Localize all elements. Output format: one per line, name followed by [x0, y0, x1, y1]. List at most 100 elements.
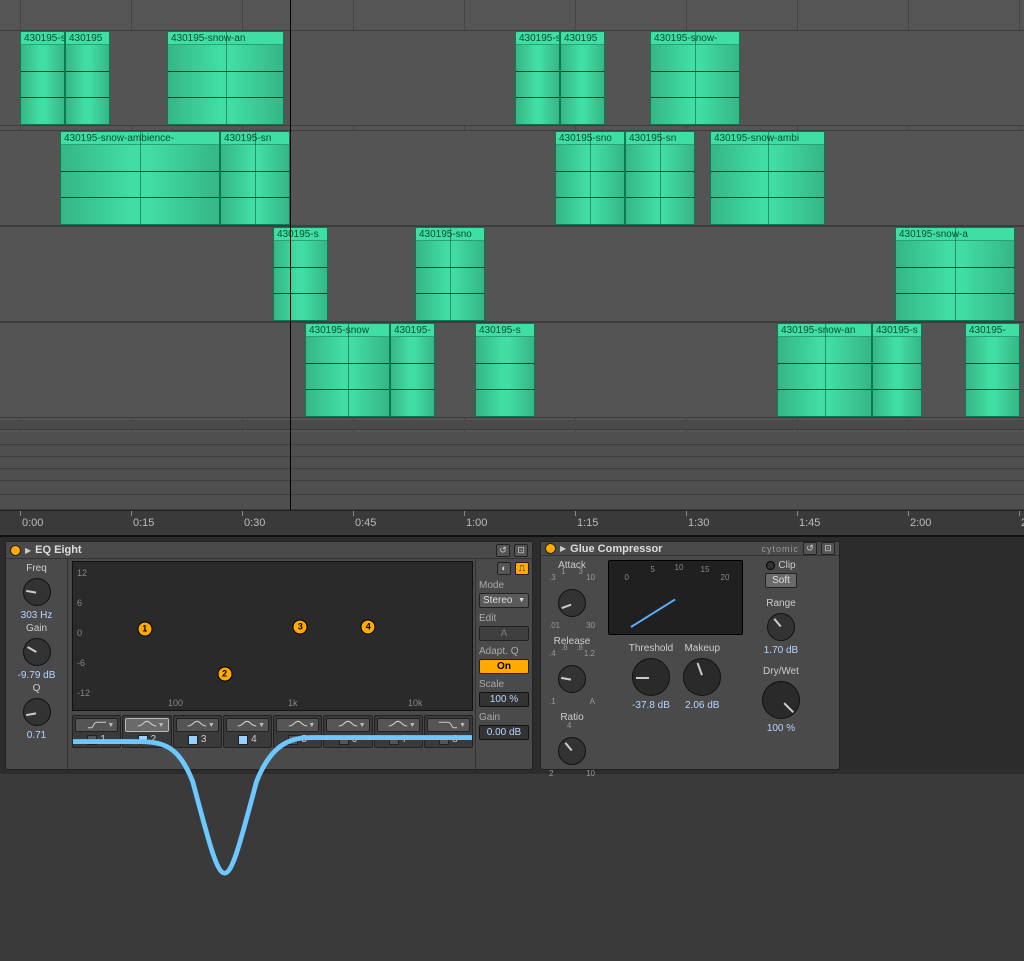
audio-clip[interactable]: 430195- — [390, 323, 435, 417]
audio-clip[interactable]: 430195-sno — [555, 131, 625, 225]
clip-header[interactable]: 430195-s — [476, 324, 534, 337]
band-shape-select[interactable]: ▼ — [377, 718, 420, 732]
eq-band-point[interactable]: 4 — [361, 620, 376, 635]
clip-header[interactable]: 430195-s — [516, 32, 559, 45]
clip-header[interactable]: 430195- — [391, 324, 434, 337]
audio-clip[interactable]: 430195-s — [475, 323, 535, 417]
audio-clip[interactable]: 430195-s — [20, 31, 65, 125]
release-knob[interactable] — [558, 665, 586, 693]
ruler-marker: 1:45 — [799, 517, 820, 529]
clip-header[interactable]: 430195 — [66, 32, 109, 45]
mode-select[interactable]: Stereo▼ — [479, 593, 529, 608]
track-lane[interactable]: 430195-s 430195-sno 430195-snow-a — [0, 226, 1024, 322]
device-chain: ▶ EQ Eight ↺ ⊡ Freq 303 Hz Gain -9.79 dB… — [0, 535, 1024, 774]
eq-band-point[interactable]: 2 — [217, 667, 232, 682]
audio-clip[interactable]: 430195-snow-an — [167, 31, 284, 125]
track-lane[interactable]: 430195-snow430195-430195-s430195-snow-an… — [0, 322, 1024, 418]
device-power-icon[interactable] — [545, 543, 556, 554]
q-value[interactable]: 0.71 — [27, 730, 46, 741]
device-power-icon[interactable] — [10, 545, 21, 556]
drywet-knob[interactable] — [762, 681, 800, 719]
edit-ab-toggle[interactable]: A — [479, 626, 529, 641]
ratio-knob[interactable] — [558, 737, 586, 765]
audio-clip[interactable]: 430195-sno — [415, 227, 485, 321]
audio-clip[interactable]: 430195 — [65, 31, 110, 125]
freq-label: Freq — [26, 563, 47, 574]
band-shape-select[interactable]: ▼ — [176, 718, 219, 732]
audio-clip[interactable]: 430195-snow — [305, 323, 390, 417]
save-preset-icon[interactable]: ⊡ — [821, 542, 835, 555]
gain-knob[interactable] — [23, 638, 51, 666]
audio-clip[interactable]: 430195-snow-an — [777, 323, 872, 417]
band-shape-select[interactable]: ▼ — [226, 718, 269, 732]
drywet-value[interactable]: 100 % — [767, 723, 795, 734]
track-lane[interactable]: 430195-s430195430195-snow-an430195-s4301… — [0, 30, 1024, 126]
audio-clip[interactable]: 430195-s — [872, 323, 922, 417]
band-shape-select[interactable]: ▼ — [125, 718, 168, 732]
gain-value[interactable]: -9.79 dB — [18, 670, 56, 681]
triangle-icon[interactable]: ▶ — [560, 544, 566, 553]
track-lane[interactable]: 430195-snow-ambience-430195-sn430195-sno… — [0, 130, 1024, 226]
audio-clip[interactable]: 430195-sn — [625, 131, 695, 225]
audio-clip[interactable]: 430195-snow-ambi — [710, 131, 825, 225]
audio-clip[interactable]: 430195 — [560, 31, 605, 125]
eq-band-point[interactable]: 3 — [293, 620, 308, 635]
ruler-marker: 1:15 — [577, 517, 598, 529]
release-label: Release — [554, 636, 591, 647]
scale-value[interactable]: 100 % — [479, 692, 529, 707]
band-shape-select[interactable]: ▼ — [75, 718, 118, 732]
eq-y-tick: -12 — [77, 688, 90, 698]
clip-header[interactable]: 430195- — [966, 324, 1019, 337]
threshold-value[interactable]: -37.8 dB — [632, 700, 670, 711]
arrangement-view[interactable]: 430195-s430195430195-snow-an430195-s4301… — [0, 0, 1024, 535]
audio-clip[interactable]: 430195-s — [273, 227, 328, 321]
ruler-marker: 1:30 — [688, 517, 709, 529]
attack-knob[interactable] — [558, 589, 586, 617]
range-knob[interactable] — [767, 613, 795, 641]
adaptq-toggle[interactable]: On — [479, 659, 529, 674]
freq-value[interactable]: 303 Hz — [21, 610, 53, 621]
clip-header[interactable]: 430195-s — [21, 32, 64, 45]
audio-clip[interactable]: 430195-snow-a — [895, 227, 1015, 321]
eq-x-tick: 10k — [408, 698, 423, 708]
time-ruler[interactable]: 0:000:150:300:451:001:151:301:452:002:15 — [0, 510, 1024, 535]
audio-clip[interactable]: 430195-s — [515, 31, 560, 125]
eq-y-tick: 12 — [77, 568, 87, 578]
output-gain-value[interactable]: 0.00 dB — [479, 725, 529, 740]
save-preset-icon[interactable]: ⊡ — [514, 544, 528, 557]
ruler-marker: 0:45 — [355, 517, 376, 529]
band-shape-select[interactable]: ▼ — [276, 718, 319, 732]
clip-header[interactable]: 430195-s — [873, 324, 921, 337]
eq-y-tick: 6 — [77, 598, 82, 608]
audio-clip[interactable]: 430195-sn — [220, 131, 290, 225]
clip-led-icon — [766, 561, 775, 570]
threshold-label: Threshold — [629, 643, 673, 654]
triangle-icon[interactable]: ▶ — [25, 546, 31, 555]
playhead[interactable] — [290, 0, 291, 535]
audio-clip[interactable]: 430195- — [965, 323, 1020, 417]
freq-knob[interactable] — [23, 578, 51, 606]
range-value[interactable]: 1.70 dB — [764, 645, 798, 656]
threshold-knob[interactable] — [632, 658, 670, 696]
band-shape-select[interactable]: ▼ — [326, 718, 369, 732]
audio-clip[interactable]: 430195-snow-ambience- — [60, 131, 220, 225]
eq-x-tick: 1k — [288, 698, 298, 708]
clip-header[interactable]: 430195-s — [274, 228, 327, 241]
headphone-icon[interactable]: ◐ — [497, 562, 511, 575]
clip-header[interactable]: 430195 — [561, 32, 604, 45]
ruler-marker: 0:30 — [244, 517, 265, 529]
audio-clip[interactable]: 430195-snow- — [650, 31, 740, 125]
reset-icon[interactable]: ↺ — [803, 542, 817, 555]
ruler-marker: 0:00 — [22, 517, 43, 529]
reset-icon[interactable]: ↺ — [496, 544, 510, 557]
soft-clip-button[interactable]: Soft — [765, 573, 797, 588]
band-shape-select[interactable]: ▼ — [427, 718, 470, 732]
device-glue-compressor: ▶ Glue Compressor cytomic ↺ ⊡ Attack .3 … — [540, 541, 840, 770]
makeup-knob[interactable] — [683, 658, 721, 696]
expand-graph-icon[interactable]: ⎍ — [515, 562, 529, 575]
mode-label: Mode — [479, 580, 529, 591]
q-knob[interactable] — [23, 698, 51, 726]
eq-band-point[interactable]: 1 — [137, 621, 152, 636]
makeup-value[interactable]: 2.06 dB — [685, 700, 719, 711]
eq-graph[interactable]: 1260-6-121001k10k1234 — [72, 561, 473, 711]
